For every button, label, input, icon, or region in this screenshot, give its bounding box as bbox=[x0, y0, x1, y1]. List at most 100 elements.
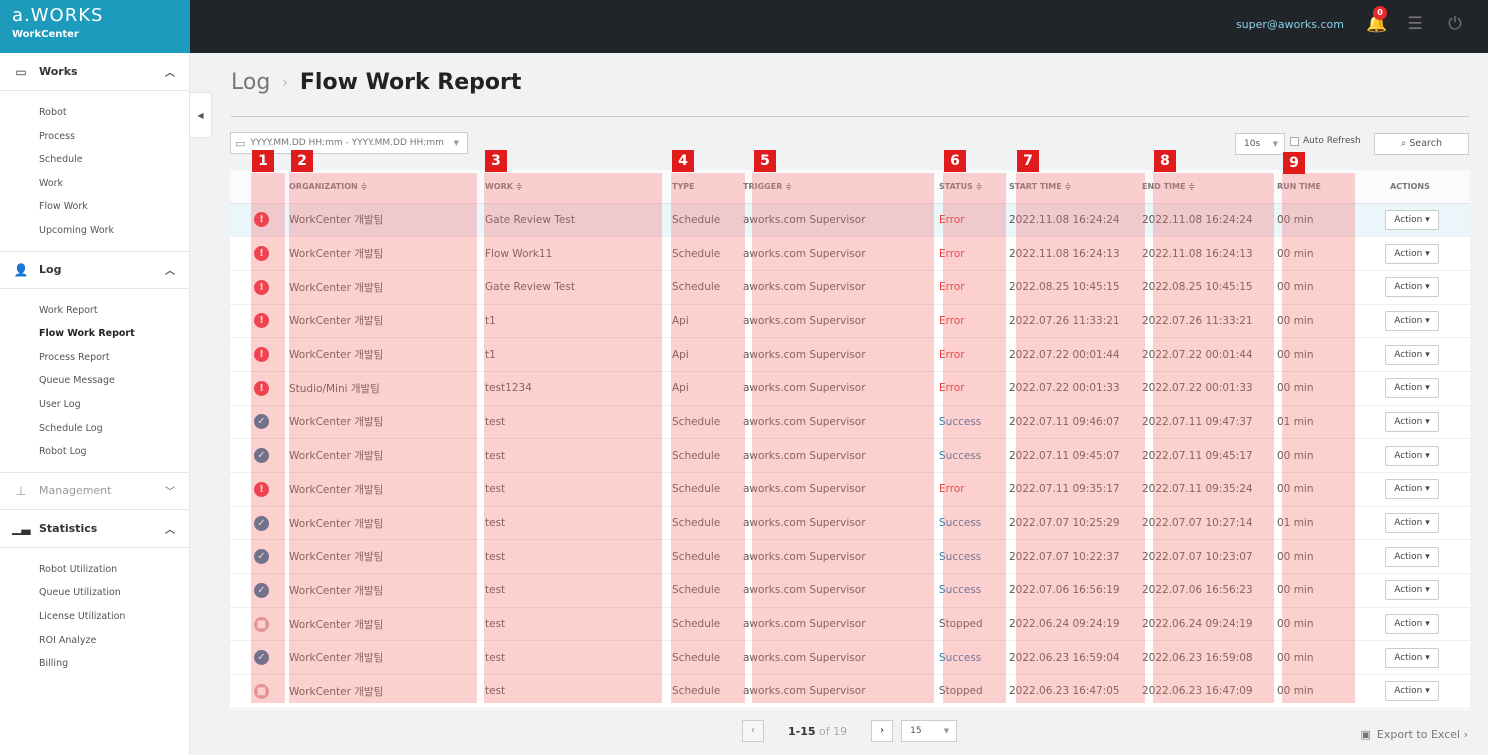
sidebar-item-schedule-log[interactable]: Schedule Log bbox=[39, 417, 189, 441]
breadcrumb-parent[interactable]: Log bbox=[231, 70, 270, 95]
sidebar-item-license-utilization[interactable]: License Utilization bbox=[39, 605, 189, 629]
sidebar-item-user-log[interactable]: User Log bbox=[39, 393, 189, 417]
type-cell: Schedule bbox=[668, 438, 739, 473]
action-dropdown-button[interactable]: Action ▾ bbox=[1385, 513, 1439, 534]
action-label: Action bbox=[1394, 248, 1423, 259]
page-size-select[interactable]: 15 ▼ bbox=[901, 720, 958, 742]
sidebar-section-statistics[interactable]: ▁▃ Statistics ︿ bbox=[0, 510, 189, 548]
table-row[interactable]: ✓ WorkCenter 개발팀 test Schedule aworks.com Su… bbox=[230, 405, 1470, 440]
action-dropdown-button[interactable]: Action ▾ bbox=[1385, 681, 1439, 702]
action-dropdown-button[interactable]: Action ▾ bbox=[1385, 378, 1439, 399]
export-label: Export to Excel › bbox=[1376, 728, 1468, 741]
table-row[interactable]: ! WorkCenter 개발팀 t1 Api aworks.com Superviso… bbox=[230, 337, 1470, 372]
action-dropdown-button[interactable]: Action ▾ bbox=[1385, 546, 1439, 567]
page-size-value: 15 bbox=[910, 726, 922, 736]
action-dropdown-button[interactable]: Action ▾ bbox=[1385, 647, 1439, 668]
refresh-interval-select[interactable]: 10s ▼ bbox=[1235, 133, 1285, 155]
type-cell: Schedule bbox=[668, 270, 739, 305]
power-icon[interactable]: ⏻ bbox=[1446, 15, 1464, 33]
column-header-end-time[interactable]: END TIME ≑ bbox=[1138, 170, 1273, 204]
sidebar-item-work[interactable]: Work bbox=[39, 172, 189, 196]
table-row[interactable]: ! WorkCenter 개발팀 Gate Review Test Schedule a… bbox=[230, 203, 1470, 238]
status-cell: Success bbox=[935, 506, 1005, 541]
action-dropdown-button[interactable]: Action ▾ bbox=[1385, 580, 1439, 601]
sidebar-item-robot-utilization[interactable]: Robot Utilization bbox=[39, 558, 189, 582]
sidebar-item-robot[interactable]: Robot bbox=[39, 101, 189, 125]
status-icon-cell: ! bbox=[250, 371, 285, 406]
sidebar-item-flow-work[interactable]: Flow Work bbox=[39, 195, 189, 219]
column-header-trigger[interactable]: TRIGGER ≑ bbox=[739, 170, 935, 204]
auto-refresh-toggle[interactable]: Auto Refresh bbox=[1290, 136, 1361, 146]
work-cell: test bbox=[481, 506, 668, 541]
logo[interactable]: a.WORKS WorkCenter bbox=[0, 0, 190, 53]
sidebar-item-upcoming-work[interactable]: Upcoming Work bbox=[39, 219, 189, 243]
caret-down-icon: ▼ bbox=[943, 727, 950, 735]
table-row[interactable]: ■ WorkCenter 개발팀 test Schedule aworks.com Su… bbox=[230, 607, 1470, 642]
sidebar-section-log[interactable]: 👤 Log ︿ bbox=[0, 250, 189, 289]
action-dropdown-button[interactable]: Action ▾ bbox=[1385, 209, 1439, 230]
column-header-organization[interactable]: ORGANIZATION ≑ bbox=[285, 170, 481, 204]
action-dropdown-button[interactable]: Action ▾ bbox=[1385, 243, 1439, 264]
status-cell: Error bbox=[935, 203, 1005, 238]
row-spacer bbox=[230, 304, 250, 339]
sidebar-collapse-button[interactable]: ◀ bbox=[190, 92, 212, 138]
sidebar-item-roi-analyze[interactable]: ROI Analyze bbox=[39, 629, 189, 653]
trigger-cell: aworks.com Supervisor bbox=[739, 506, 935, 541]
table-row[interactable]: ! WorkCenter 개발팀 Flow Work11 Schedule aworks… bbox=[230, 236, 1470, 271]
caret-down-icon: ▾ bbox=[1422, 349, 1430, 360]
action-dropdown-button[interactable]: Action ▾ bbox=[1385, 445, 1439, 466]
table-row[interactable]: ■ WorkCenter 개발팀 test Schedule aworks.com Su… bbox=[230, 674, 1470, 709]
table-row[interactable]: ✓ WorkCenter 개발팀 test Schedule aworks.com Su… bbox=[230, 573, 1470, 608]
table-row[interactable]: ✓ WorkCenter 개발팀 test Schedule aworks.com Su… bbox=[230, 640, 1470, 676]
table-row[interactable]: ! WorkCenter 개발팀 test Schedule aworks.com Su… bbox=[230, 472, 1470, 507]
user-email[interactable]: super@aworks.com bbox=[1236, 18, 1344, 31]
work-cell: test bbox=[481, 640, 668, 676]
sidebar-section-management[interactable]: ⊥ Management ﹀ bbox=[0, 471, 189, 510]
column-header-work[interactable]: WORK ≑ bbox=[481, 170, 668, 204]
action-label: Action bbox=[1394, 282, 1423, 293]
prev-page-button[interactable]: ‹ bbox=[742, 720, 764, 742]
row-spacer bbox=[230, 506, 250, 541]
auto-refresh-checkbox[interactable] bbox=[1290, 136, 1299, 146]
end-time-cell: 2022.07.11 09:47:37 bbox=[1138, 405, 1273, 440]
table-row[interactable]: ! WorkCenter 개발팀 Gate Review Test Schedule a… bbox=[230, 270, 1470, 305]
row-spacer bbox=[230, 438, 250, 473]
sidebar-item-robot-log[interactable]: Robot Log bbox=[39, 440, 189, 464]
end-time-cell: 2022.07.22 00:01:33 bbox=[1138, 371, 1273, 406]
column-header-status[interactable]: STATUS ≑ bbox=[935, 170, 1005, 204]
action-dropdown-button[interactable]: Action ▾ bbox=[1385, 277, 1439, 298]
table-row[interactable]: ✓ WorkCenter 개발팀 test Schedule aworks.com Su… bbox=[230, 438, 1470, 473]
sidebar-section-label: Statistics bbox=[39, 521, 98, 535]
export-to-excel-link[interactable]: ▣ Export to Excel › bbox=[1361, 728, 1468, 741]
breadcrumb: Log › Flow Work Report bbox=[231, 70, 521, 95]
user-log-icon: 👤 bbox=[13, 262, 29, 277]
table-row[interactable]: ! Studio/Mini 개발팀 test1234 Api aworks.com Su… bbox=[230, 371, 1470, 406]
table-row[interactable]: ! WorkCenter 개발팀 t1 Api aworks.com Superviso… bbox=[230, 304, 1470, 339]
action-dropdown-button[interactable]: Action ▾ bbox=[1385, 479, 1439, 500]
column-header-start-time[interactable]: START TIME ≑ bbox=[1005, 170, 1138, 204]
action-dropdown-button[interactable]: Action ▾ bbox=[1385, 344, 1439, 365]
refresh-interval-value: 10s bbox=[1244, 139, 1261, 149]
list-icon[interactable]: ☰ bbox=[1406, 15, 1424, 33]
sidebar-item-process[interactable]: Process bbox=[39, 125, 189, 149]
sidebar-item-process-report[interactable]: Process Report bbox=[39, 346, 189, 370]
sidebar-section-works[interactable]: ▭ Works ︿ bbox=[0, 53, 189, 91]
work-cell: test bbox=[481, 438, 668, 473]
sidebar-item-work-report[interactable]: Work Report bbox=[39, 299, 189, 323]
trigger-cell: aworks.com Supervisor bbox=[739, 270, 935, 305]
table-row[interactable]: ✓ WorkCenter 개발팀 test Schedule aworks.com Su… bbox=[230, 506, 1470, 541]
sidebar-item-flow-work-report[interactable]: Flow Work Report bbox=[39, 322, 189, 346]
search-button[interactable]: ⌕ Search bbox=[1374, 133, 1469, 155]
sidebar-item-schedule[interactable]: Schedule bbox=[39, 148, 189, 172]
sidebar-item-queue-utilization[interactable]: Queue Utilization bbox=[39, 581, 189, 605]
sidebar-item-billing[interactable]: Billing bbox=[39, 652, 189, 676]
sidebar-item-queue-message[interactable]: Queue Message bbox=[39, 369, 189, 393]
action-dropdown-button[interactable]: Action ▾ bbox=[1385, 310, 1439, 331]
action-dropdown-button[interactable]: Action ▾ bbox=[1385, 614, 1439, 635]
next-page-button[interactable]: › bbox=[871, 720, 894, 742]
action-dropdown-button[interactable]: Action ▾ bbox=[1385, 411, 1439, 432]
row-spacer bbox=[230, 640, 250, 676]
action-label: Action bbox=[1394, 551, 1423, 562]
table-row[interactable]: ✓ WorkCenter 개발팀 test Schedule aworks.com Su… bbox=[230, 539, 1470, 575]
bell-icon[interactable]: 🔔 0 bbox=[1366, 6, 1387, 33]
